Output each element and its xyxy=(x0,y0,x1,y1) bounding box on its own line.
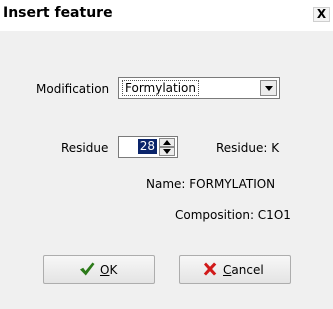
dialog-title: Insert feature xyxy=(3,5,113,21)
dropdown-arrow-icon[interactable] xyxy=(260,80,277,96)
ok-button-label: OK xyxy=(100,263,117,277)
spin-buttons xyxy=(159,138,175,156)
title-bar: Insert feature X xyxy=(0,0,333,31)
composition-info: Composition: C1O1 xyxy=(175,208,291,222)
name-info: Name: FORMYLATION xyxy=(146,177,276,191)
residue-spinner[interactable]: 28 xyxy=(118,136,178,158)
insert-feature-dialog: Insert feature X Modification Formylatio… xyxy=(0,0,333,309)
checkmark-icon xyxy=(80,262,95,276)
residue-label: Residue xyxy=(61,141,109,155)
residue-value[interactable]: 28 xyxy=(137,139,157,154)
x-mark-icon xyxy=(203,262,217,276)
modification-label: Modification xyxy=(36,82,110,96)
residue-info: Residue: K xyxy=(216,141,280,155)
close-button[interactable]: X xyxy=(313,7,330,22)
modification-dropdown[interactable]: Formylation xyxy=(118,77,280,99)
cancel-rest: ancel xyxy=(231,263,264,277)
ok-button[interactable]: OK xyxy=(43,255,155,284)
ok-rest: K xyxy=(109,263,118,277)
modification-value: Formylation xyxy=(122,80,200,96)
spin-up-icon[interactable] xyxy=(159,138,175,147)
spin-down-icon[interactable] xyxy=(159,147,175,156)
cancel-button-label: Cancel xyxy=(223,263,264,277)
cancel-button[interactable]: Cancel xyxy=(179,255,291,284)
